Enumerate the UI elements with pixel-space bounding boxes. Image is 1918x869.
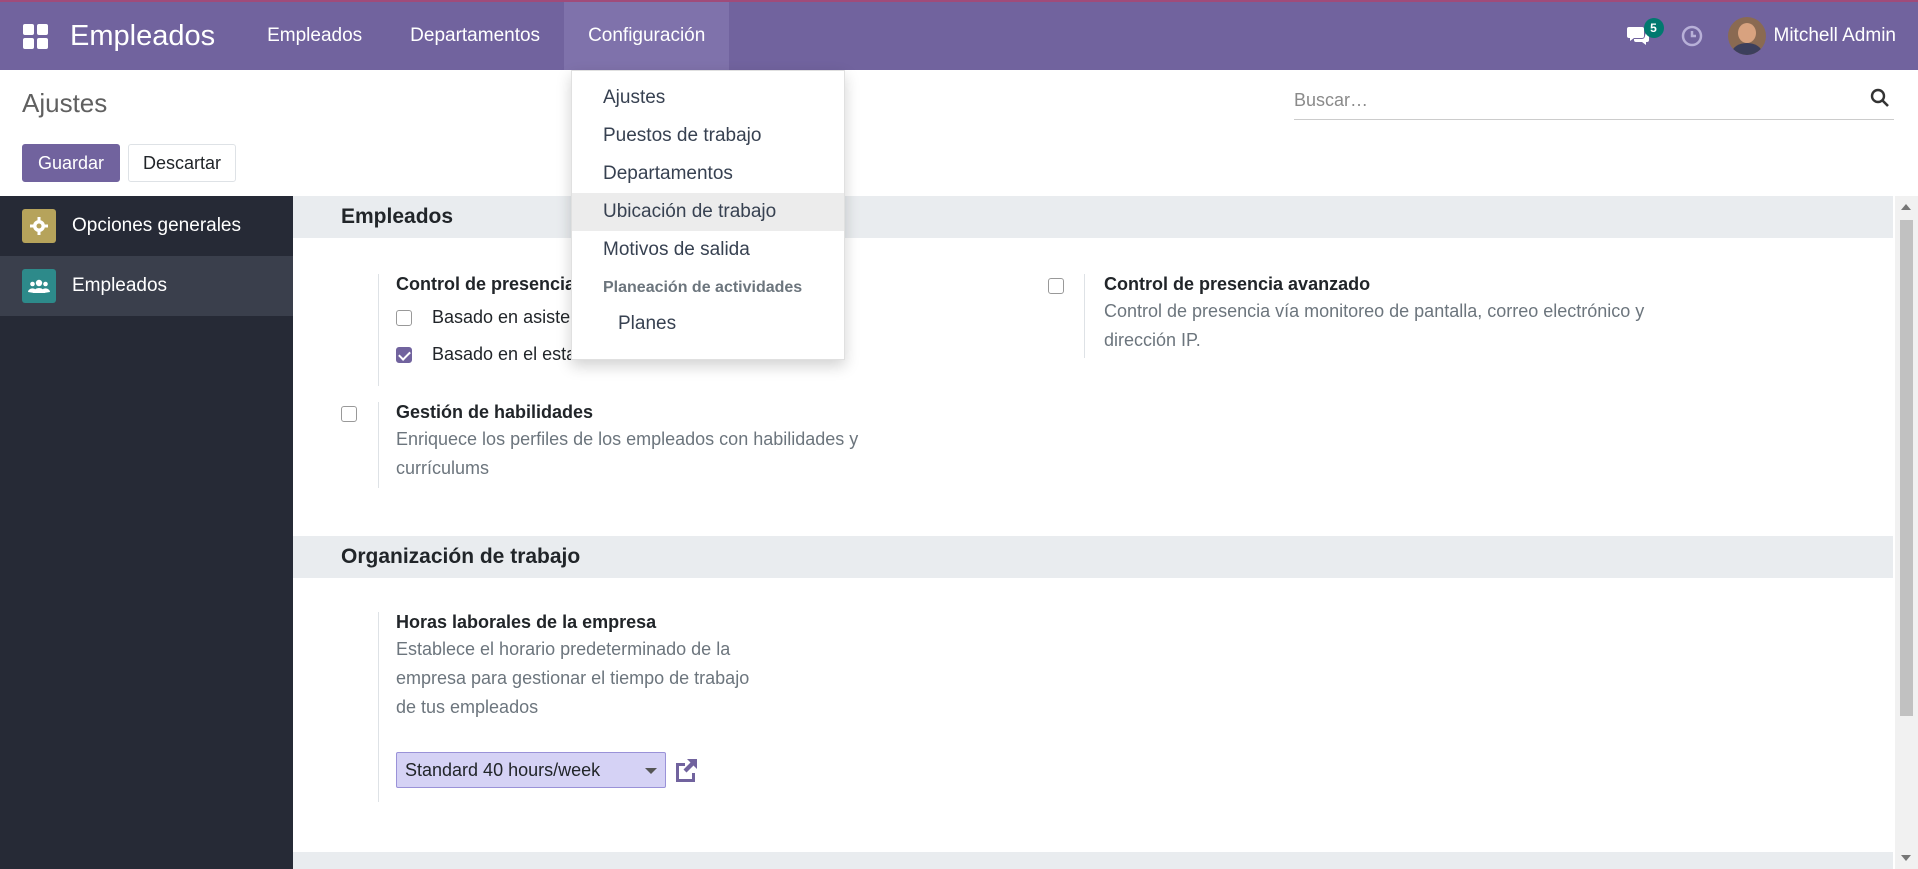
checkbox[interactable] bbox=[396, 309, 412, 326]
section-title-employees: Empleados bbox=[293, 196, 1893, 238]
sidebar-item-label: Empleados bbox=[72, 275, 168, 296]
checkbox[interactable] bbox=[341, 406, 357, 422]
menu-configuration[interactable]: Configuración bbox=[564, 2, 730, 70]
setting-title: Gestión de habilidades bbox=[396, 402, 594, 422]
page-title: Ajustes bbox=[22, 88, 108, 118]
setting-description: empresa para gestionar el tiempo de trab… bbox=[396, 668, 750, 688]
setting-title: Control de presencia avanzado bbox=[1104, 274, 1371, 294]
user-avatar[interactable] bbox=[1727, 17, 1766, 55]
discard-button[interactable]: Descartar bbox=[128, 144, 237, 182]
content-scrollbar[interactable] bbox=[1895, 196, 1918, 869]
settings-sidebar: Opciones generales Empleados bbox=[0, 196, 293, 869]
menu-employees[interactable]: Empleados bbox=[243, 2, 386, 70]
gear-icon bbox=[22, 209, 56, 243]
setting-description: Control de presencia vía monitoreo de pa… bbox=[1104, 301, 1645, 321]
users-icon bbox=[22, 269, 56, 303]
external-link-icon[interactable] bbox=[671, 755, 701, 785]
dropdown-item-departure-reasons[interactable]: Motivos de salida bbox=[572, 231, 844, 269]
setting-advanced-presence: Control de presencia avanzado Control de… bbox=[1048, 274, 1688, 358]
scrollbar-thumb[interactable] bbox=[1900, 220, 1913, 716]
checkbox-checked[interactable] bbox=[396, 346, 412, 363]
search-icon[interactable] bbox=[1870, 88, 1890, 113]
configuration-dropdown: Ajustes Puestos de trabajo Departamentos… bbox=[571, 70, 845, 360]
setting-description: Establece el horario predeterminado de l… bbox=[396, 639, 731, 659]
top-navbar: Empleados Empleados Departamentos Config… bbox=[0, 0, 1918, 70]
setting-working-hours: Horas laborales de la empresa Establece … bbox=[378, 612, 898, 802]
dropdown-item-work-locations[interactable]: Ubicación de trabajo bbox=[572, 193, 844, 231]
checkbox[interactable] bbox=[1048, 278, 1064, 294]
search-input[interactable] bbox=[1294, 90, 1870, 111]
section-title-work-organization: Organización de trabajo bbox=[293, 536, 1893, 578]
setting-title: Horas laborales de la empresa bbox=[396, 612, 657, 632]
activity-clock-icon[interactable] bbox=[1672, 16, 1712, 56]
select-value: Standard 40 hours/week bbox=[405, 759, 601, 780]
dropdown-item-job-positions[interactable]: Puestos de trabajo bbox=[572, 117, 844, 155]
scroll-up-icon[interactable] bbox=[1901, 204, 1911, 210]
setting-description: dirección IP. bbox=[1104, 330, 1201, 350]
app-brand[interactable]: Empleados bbox=[70, 20, 215, 53]
menu-departments[interactable]: Departamentos bbox=[386, 2, 564, 70]
scroll-down-icon[interactable] bbox=[1901, 855, 1911, 861]
dropdown-item-settings[interactable]: Ajustes bbox=[572, 79, 844, 117]
apps-menu-icon[interactable] bbox=[0, 2, 70, 70]
settings-content: Empleados Control de presencia Basado en… bbox=[293, 196, 1893, 869]
user-name[interactable]: Mitchell Admin bbox=[1774, 25, 1897, 47]
save-button[interactable]: Guardar bbox=[22, 144, 121, 182]
setting-description: currículums bbox=[396, 458, 490, 478]
setting-description: de tus empleados bbox=[396, 697, 539, 717]
section-title-next bbox=[293, 852, 1893, 869]
dropdown-section-header: Planeación de actividades bbox=[603, 279, 803, 296]
chevron-down-icon bbox=[645, 768, 657, 774]
chat-icon[interactable]: 5 bbox=[1618, 16, 1664, 56]
dropdown-item-plans[interactable]: Planes bbox=[572, 307, 844, 341]
setting-description: Enriquece los perfiles de los empleados … bbox=[396, 429, 859, 449]
sidebar-item-label: Opciones generales bbox=[72, 215, 241, 236]
sidebar-item-general[interactable]: Opciones generales bbox=[0, 196, 293, 256]
setting-skills: Gestión de habilidades Enriquece los per… bbox=[341, 402, 961, 488]
chat-badge: 5 bbox=[1643, 18, 1664, 38]
working-hours-select[interactable]: Standard 40 hours/week bbox=[396, 752, 666, 788]
dropdown-item-departments[interactable]: Departamentos bbox=[572, 155, 844, 193]
search-bar bbox=[1294, 82, 1894, 120]
sidebar-item-employees[interactable]: Empleados bbox=[0, 256, 293, 316]
